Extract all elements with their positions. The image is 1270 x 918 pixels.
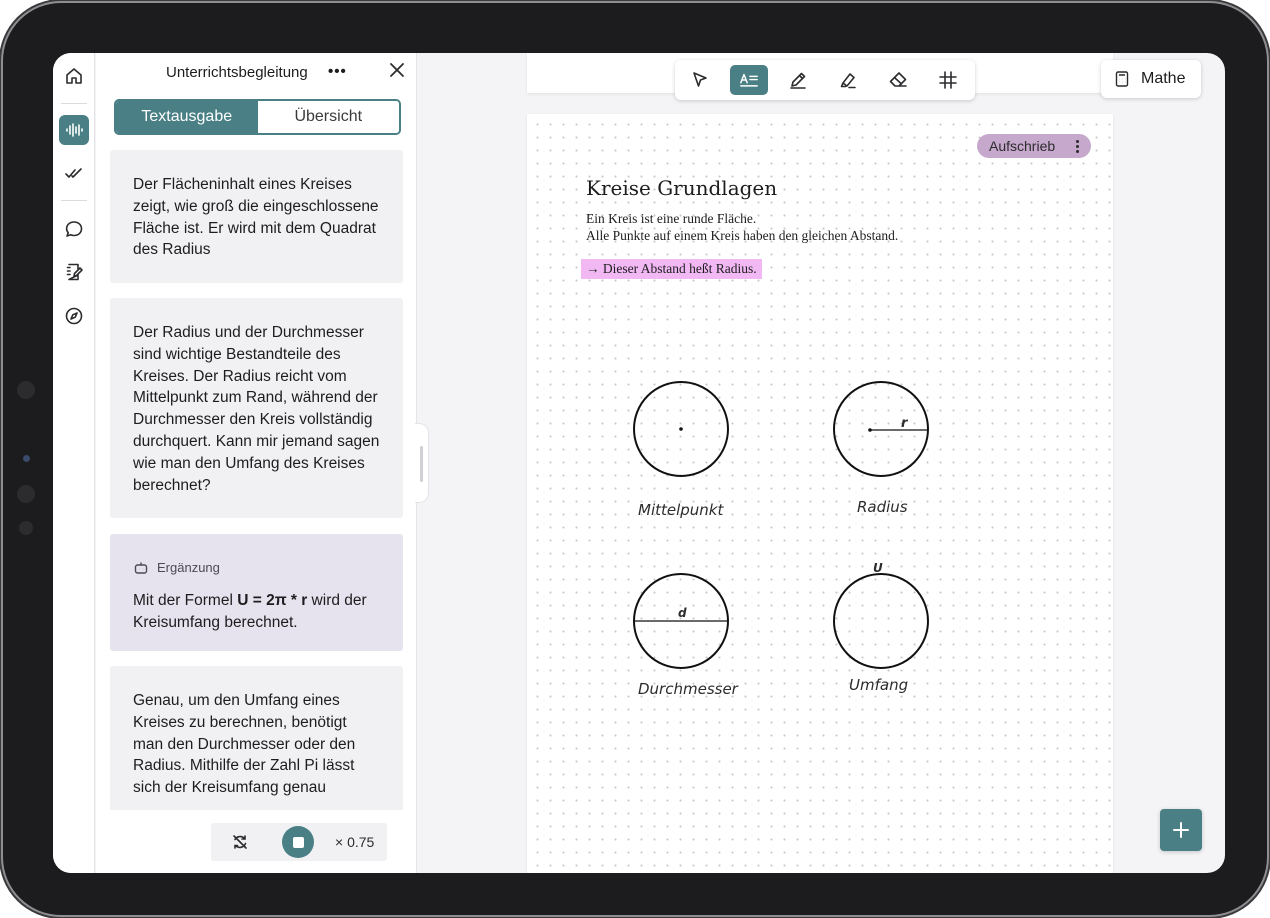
tasks-button[interactable] <box>59 159 89 189</box>
notebook-page[interactable]: Aufschrieb Kreise Grundlagen Ein Kreis i… <box>527 114 1113 873</box>
grid-icon <box>939 71 957 89</box>
highlighter-icon <box>840 73 856 89</box>
transcript-card: Der Flächeninhalt eines Kreises zeigt, w… <box>110 150 403 283</box>
lesson-panel: Unterrichtsbegleitung ••• Textausgabe Üb… <box>96 53 417 873</box>
double-check-icon <box>65 168 82 178</box>
stop-button[interactable] <box>282 826 314 858</box>
audio-button[interactable] <box>59 115 89 145</box>
tab-textausgabe[interactable]: Textausgabe <box>116 101 258 133</box>
chat-bubble-icon <box>65 221 83 237</box>
rail-divider <box>61 103 87 104</box>
pen-icon <box>790 72 806 89</box>
label-mittelpunkt: Mittelpunkt <box>638 501 724 519</box>
sensor-dot <box>23 455 30 462</box>
notebook-edit-icon <box>66 263 83 281</box>
sync-off-button[interactable] <box>231 833 249 851</box>
icon-rail <box>53 53 95 873</box>
bot-icon <box>134 562 148 574</box>
stop-icon <box>292 836 304 848</box>
transcript-text: Der Flächeninhalt eines Kreises zeigt, w… <box>133 176 379 259</box>
explore-button[interactable] <box>59 301 89 331</box>
grip-line <box>420 446 423 482</box>
supplement-text-before: Mit der Formel <box>133 591 238 609</box>
text-tool[interactable] <box>730 65 768 95</box>
compass-icon <box>65 307 83 325</box>
supplement-tag-label: Ergänzung <box>157 560 220 575</box>
chat-button[interactable] <box>59 214 89 244</box>
label-u: U <box>873 561 883 575</box>
playback-controls: × 0.75 <box>211 823 387 861</box>
subject-button[interactable]: Mathe <box>1101 60 1201 98</box>
label-d: d <box>678 606 687 620</box>
add-button[interactable] <box>1160 809 1202 851</box>
screen: Unterrichtsbegleitung ••• Textausgabe Üb… <box>53 53 1225 873</box>
sensor-dot-2 <box>19 521 33 535</box>
audio-wave-icon <box>66 123 83 137</box>
supplement-formula: U = 2π * r <box>237 591 308 609</box>
transcript-text: Der Radius und der Durchmesser sind wich… <box>133 324 380 494</box>
transcript-card: Der Radius und der Durchmesser sind wich… <box>110 298 403 518</box>
notes-button[interactable] <box>59 257 89 287</box>
sketch-center-dot <box>679 427 683 431</box>
pointer-tool[interactable] <box>681 65 719 95</box>
supplement-tag: Ergänzung <box>133 557 380 579</box>
label-r: r <box>901 416 909 431</box>
label-radius: Radius <box>857 498 908 516</box>
transcript-list[interactable]: Der Flächeninhalt eines Kreises zeigt, w… <box>110 150 403 810</box>
camera-dot <box>17 381 35 399</box>
pointer-icon <box>693 72 707 87</box>
supplement-card: Ergänzung Mit der Formel U = 2π * r wird… <box>110 534 403 651</box>
playback-speed[interactable]: × 0.75 <box>335 834 374 850</box>
drawing-toolbar <box>675 60 975 100</box>
label-umfang: Umfang <box>849 676 908 694</box>
eraser-tool[interactable] <box>879 65 917 95</box>
tab-uebersicht[interactable]: Übersicht <box>257 101 399 133</box>
sync-off-icon <box>233 835 247 849</box>
grid-tool[interactable] <box>929 65 967 95</box>
home-button[interactable] <box>59 61 89 91</box>
subject-label: Mathe <box>1141 70 1186 87</box>
sketch-circle-circumference <box>833 573 929 669</box>
transcript-card: Genau, um den Umfang eines Kreises zu be… <box>110 666 403 810</box>
camera-dot-2 <box>17 485 35 503</box>
sketch-circle-radius <box>833 381 929 477</box>
rail-divider-2 <box>61 200 87 201</box>
close-panel-button[interactable] <box>388 61 406 79</box>
eraser-icon <box>889 72 907 87</box>
transcript-text: Genau, um den Umfang eines Kreises zu be… <box>133 692 356 797</box>
home-icon <box>66 68 82 84</box>
panel-title: Unterrichtsbegleitung <box>166 64 308 81</box>
plus-icon <box>1173 822 1189 838</box>
calculator-icon <box>1115 71 1129 87</box>
label-durchmesser: Durchmesser <box>638 680 739 698</box>
panel-tabs: Textausgabe Übersicht <box>114 99 401 135</box>
more-options-button[interactable]: ••• <box>328 63 347 80</box>
panel-resize-handle[interactable] <box>415 423 429 503</box>
tablet-frame: Unterrichtsbegleitung ••• Textausgabe Üb… <box>3 3 1267 915</box>
text-icon <box>740 73 758 87</box>
circle-sketches: Mittelpunkt r Radius d Durchmesser U Umf… <box>633 381 929 698</box>
highlighter-tool[interactable] <box>829 65 867 95</box>
pen-tool[interactable] <box>779 65 817 95</box>
close-icon <box>390 63 404 77</box>
